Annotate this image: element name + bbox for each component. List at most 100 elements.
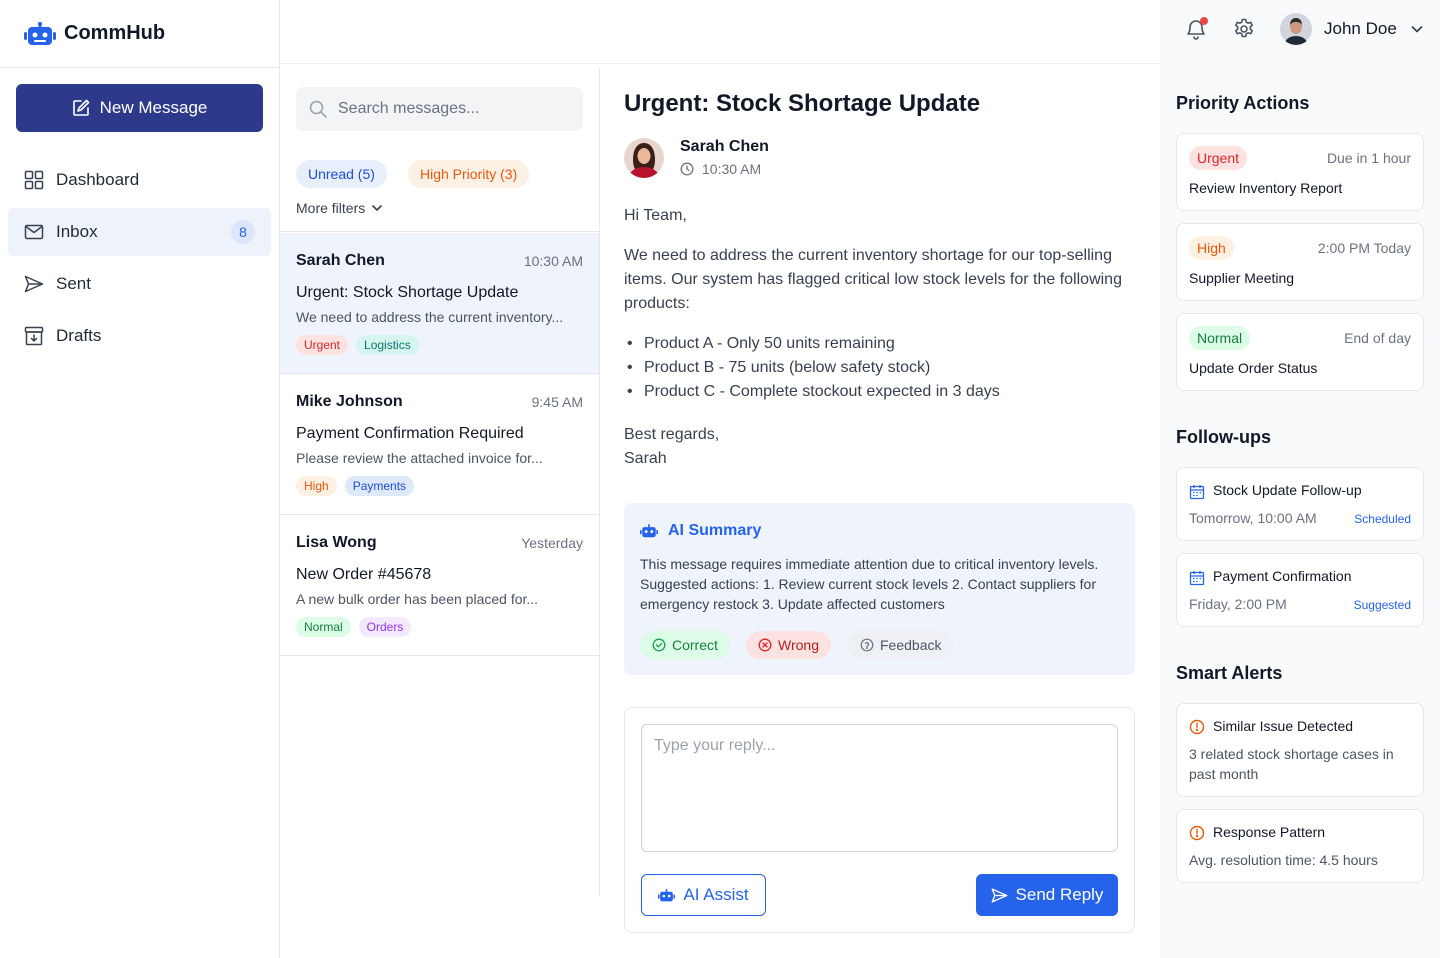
message-title: Urgent: Stock Shortage Update	[624, 90, 981, 117]
sidebar-nav: Dashboard Inbox 8 Sent Drafts	[8, 156, 271, 364]
calendar-icon	[1189, 570, 1205, 586]
priority-action-card[interactable]: High 2:00 PM Today Supplier Meeting	[1176, 223, 1424, 301]
send-reply-label: Send Reply	[1015, 885, 1104, 904]
smart-alert-card[interactable]: Response Pattern Avg. resolution time: 4…	[1176, 809, 1424, 883]
message-list-item[interactable]: Sarah Chen 10:30 AM Urgent: Stock Shorta…	[280, 233, 599, 374]
message-time: 10:30 AM	[523, 253, 583, 269]
sidebar-item-drafts[interactable]: Drafts	[8, 312, 271, 360]
user-name[interactable]: John Doe	[1324, 19, 1397, 39]
gear-icon[interactable]	[1232, 17, 1256, 41]
search-box[interactable]	[296, 87, 583, 131]
followup-card[interactable]: Payment Confirmation Friday, 2:00 PM Sug…	[1176, 553, 1424, 627]
wrong-feedback-button[interactable]: Wrong	[746, 631, 831, 659]
message-preview: We need to address the current inventory…	[296, 309, 564, 325]
archive-icon	[24, 326, 44, 346]
message-list-item[interactable]: Mike Johnson 9:45 AM Payment Confirmatio…	[280, 374, 599, 515]
category-tag: Orders	[358, 617, 412, 637]
search-input[interactable]	[338, 100, 578, 118]
clock-icon	[680, 162, 694, 176]
followup-status: Suggested	[1353, 598, 1411, 612]
priority-action-card[interactable]: Normal End of day Update Order Status	[1176, 313, 1424, 391]
product-list-item: Product A - Only 50 units remaining	[624, 332, 1124, 356]
filter-unread-chip[interactable]: Unread (5)	[296, 160, 387, 188]
alert-text: 3 related stock shortage cases in past m…	[1189, 746, 1394, 782]
followup-card[interactable]: Stock Update Follow-up Tomorrow, 10:00 A…	[1176, 467, 1424, 541]
message-sender: Lisa Wong	[296, 534, 377, 551]
greeting: Hi Team,	[624, 207, 687, 224]
message-list-item[interactable]: Lisa Wong Yesterday New Order #45678 A n…	[280, 515, 599, 656]
alert-title: Response Pattern	[1213, 824, 1326, 840]
robot-icon	[658, 888, 676, 902]
dashboard-icon	[24, 170, 44, 190]
product-list: Product A - Only 50 units remaining Prod…	[624, 332, 1124, 404]
calendar-icon	[1189, 484, 1205, 500]
message-preview: A new bulk order has been placed for...	[296, 591, 539, 607]
unread-count-badge: 8	[231, 220, 255, 244]
due-time: Due in 1 hour	[1326, 150, 1411, 166]
mail-icon	[24, 222, 44, 242]
sidebar-item-label: Drafts	[56, 326, 102, 345]
more-filters-toggle[interactable]: More filters	[296, 200, 384, 216]
reply-textarea[interactable]	[641, 724, 1118, 852]
message-timestamp: 10:30 AM	[680, 161, 761, 177]
feedback-button[interactable]: Feedback	[848, 631, 954, 659]
smart-alerts-heading: Smart Alerts	[1176, 663, 1283, 683]
category-tag: Logistics	[356, 335, 419, 355]
message-sender: Sarah Chen	[680, 138, 769, 155]
correct-label: Correct	[672, 637, 718, 653]
task-title: Supplier Meeting	[1189, 270, 1295, 286]
avatar	[624, 138, 664, 178]
sidebar-item-inbox[interactable]: Inbox 8	[8, 208, 271, 256]
priority-action-card[interactable]: Urgent Due in 1 hour Review Inventory Re…	[1176, 133, 1424, 211]
followup-time: Friday, 2:00 PM	[1189, 596, 1287, 612]
message-reader: Urgent: Stock Shortage Update Sarah Chen…	[600, 68, 1160, 958]
filter-high-priority-chip[interactable]: High Priority (3)	[408, 160, 530, 188]
message-subject: New Order #45678	[296, 566, 432, 583]
chevron-down-icon	[370, 201, 384, 215]
brand[interactable]: CommHub	[0, 0, 279, 68]
compose-icon	[72, 99, 90, 117]
search-icon	[308, 99, 328, 119]
message-subject: Payment Confirmation Required	[296, 425, 524, 442]
ai-summary-text: This message requires immediate attentio…	[640, 556, 1099, 612]
smart-alert-card[interactable]: Similar Issue Detected 3 related stock s…	[1176, 703, 1424, 797]
priority-badge-high: High	[1189, 236, 1234, 260]
sidebar-item-label: Inbox	[56, 222, 98, 241]
sidebar-item-dashboard[interactable]: Dashboard	[8, 156, 271, 204]
message-time: 9:45 AM	[531, 394, 583, 410]
priority-tag-high: High	[296, 476, 337, 496]
ai-summary-heading: AI Summary	[640, 522, 761, 540]
message-paragraph: We need to address the current inventory…	[624, 247, 1122, 312]
priority-tag-normal: Normal	[296, 617, 351, 637]
ai-assist-button[interactable]: AI Assist	[641, 874, 766, 916]
help-circle-icon	[860, 638, 874, 652]
correct-feedback-button[interactable]: Correct	[640, 631, 730, 659]
top-bar	[280, 0, 1160, 64]
due-time: 2:00 PM Today	[1317, 240, 1411, 256]
followup-status: Scheduled	[1354, 512, 1411, 526]
check-circle-icon	[652, 638, 666, 652]
message-preview: Please review the attached invoice for..…	[296, 450, 543, 466]
message-subject: Urgent: Stock Shortage Update	[296, 284, 519, 301]
message-body: Hi Team, We need to address the current …	[624, 204, 1124, 471]
sidebar-item-label: Dashboard	[56, 170, 140, 189]
robot-logo-icon	[24, 21, 56, 46]
new-message-button[interactable]: New Message	[16, 84, 263, 132]
message-sender: Sarah Chen	[296, 252, 385, 269]
sidebar: CommHub New Message Dashboard Inbox 8 Se…	[0, 0, 280, 958]
followups-heading: Follow-ups	[1176, 427, 1271, 447]
right-panel: John Doe Priority Actions Urgent Due in …	[1160, 0, 1440, 958]
chevron-down-icon[interactable]	[1410, 22, 1424, 36]
reply-composer: AI Assist Send Reply	[624, 707, 1135, 933]
priority-actions-heading: Priority Actions	[1176, 93, 1310, 113]
message-list-pane: Unread (5) High Priority (3) More filter…	[280, 68, 600, 896]
priority-badge-urgent: Urgent	[1189, 146, 1248, 170]
task-title: Update Order Status	[1189, 360, 1318, 376]
message-time: Yesterday	[521, 535, 583, 551]
sidebar-item-sent[interactable]: Sent	[8, 260, 271, 308]
alert-circle-icon	[1189, 825, 1205, 841]
ai-summary-card: AI Summary This message requires immedia…	[624, 503, 1135, 675]
avatar[interactable]	[1280, 13, 1312, 45]
signoff: Best regards,	[624, 426, 720, 443]
send-reply-button[interactable]: Send Reply	[976, 874, 1118, 916]
